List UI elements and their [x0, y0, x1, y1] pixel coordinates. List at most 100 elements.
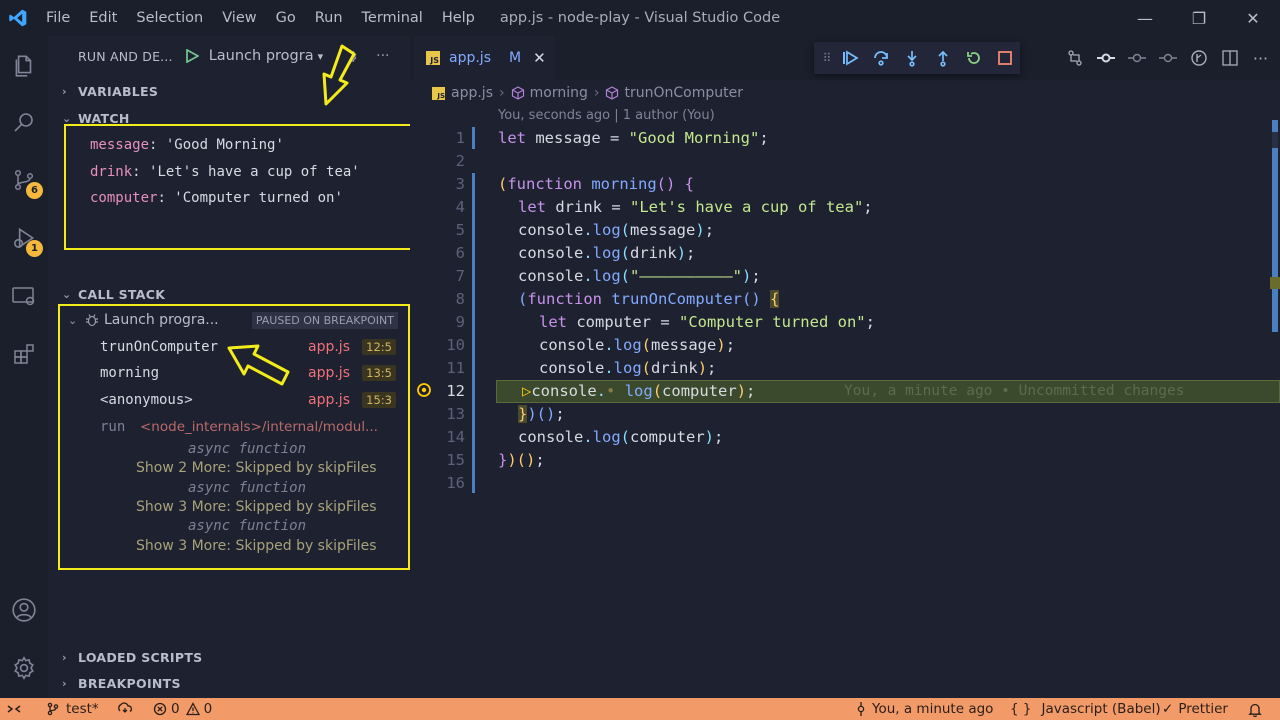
split-editor-icon[interactable] [1214, 44, 1245, 72]
code-line[interactable]: console.log(drink); [518, 244, 695, 262]
remote-explorer-icon[interactable] [0, 272, 48, 320]
show-more-link[interactable]: Show 2 More: Skipped by skipFiles [136, 460, 377, 476]
sidebar-title: RUN AND DE... [78, 48, 173, 64]
menu-terminal[interactable]: Terminal [362, 10, 423, 26]
open-changes-icon[interactable] [1059, 44, 1090, 72]
line-number: 8 [455, 290, 465, 308]
stop-icon[interactable] [989, 50, 1020, 66]
vscode-logo-icon [2, 0, 34, 36]
next-change-icon[interactable] [1152, 44, 1183, 72]
variables-section-header[interactable]: › VARIABLES [62, 84, 158, 99]
git-commit-icon[interactable] [1090, 44, 1121, 72]
breadcrumb-function[interactable]: morning [530, 85, 588, 101]
gutter-modified-marker [472, 173, 475, 493]
menu-file[interactable]: File [46, 10, 70, 26]
breadcrumb-file[interactable]: app.js [451, 85, 493, 101]
code-line[interactable]: let message = "Good Morning"; [498, 129, 769, 147]
modified-indicator: M [509, 50, 522, 66]
more-actions-icon[interactable]: ··· [1245, 44, 1276, 72]
debug-session-name: Launch progra... [104, 312, 219, 328]
git-blame-status[interactable]: You, a minute ago [856, 701, 993, 717]
run-debug-sidebar: RUN AND DE... Launch progra ▾ ··· › VARI… [48, 36, 416, 698]
title-bar: File Edit Selection View Go Run Terminal… [0, 0, 1280, 36]
restart-icon[interactable] [958, 49, 989, 67]
step-over-icon[interactable] [865, 49, 896, 67]
problems-status[interactable]: 0 0 [153, 701, 212, 717]
start-debugging-icon[interactable] [185, 49, 199, 63]
editor-tabs: JS app.js M ✕ ⠿ ··· [410, 36, 1280, 80]
sync-icon[interactable] [116, 702, 134, 716]
show-more-link[interactable]: Show 3 More: Skipped by skipFiles [136, 538, 377, 554]
branch-name: test* [66, 701, 99, 717]
menu-view[interactable]: View [222, 10, 256, 26]
explorer-icon[interactable] [0, 42, 48, 90]
menu-go[interactable]: Go [276, 10, 296, 26]
debug-session-row[interactable]: ⌄ Launch progra... PAUSED ON BREAKPOINT [68, 308, 400, 332]
code-line[interactable]: console.log(computer); [518, 428, 723, 446]
menu-help[interactable]: Help [442, 10, 475, 26]
code-line[interactable]: console.log(drink); [539, 359, 716, 377]
debug-toolbar: ⠿ [814, 42, 1020, 74]
watch-item[interactable]: drink: 'Let's have a cup of tea' [90, 164, 360, 180]
branch-status[interactable]: test* [46, 701, 99, 717]
stack-frame-fn: run [100, 419, 126, 435]
code-line[interactable]: })(); [498, 451, 545, 469]
editor-area: JS app.js M ✕ ⠿ ··· JS app.js › morning … [410, 36, 1280, 698]
code-line[interactable]: console.log("——————————"); [518, 267, 761, 285]
stack-frame-row[interactable]: run <node_internals>/internal/modul... [100, 414, 400, 440]
remote-indicator-icon[interactable] [6, 702, 22, 716]
tab-app-js[interactable]: JS app.js M ✕ [414, 36, 554, 80]
show-more-link[interactable]: Show 3 More: Skipped by skipFiles [136, 499, 377, 515]
menu-selection[interactable]: Selection [136, 10, 203, 26]
search-icon[interactable] [0, 98, 48, 146]
language-mode[interactable]: { } Javascript (Babel) [1010, 701, 1161, 717]
codelens-blame[interactable]: You, seconds ago | 1 author (You) [498, 108, 715, 123]
menu-edit[interactable]: Edit [89, 10, 117, 26]
source-control-badge: 6 [26, 182, 43, 199]
watch-item[interactable]: message: 'Good Morning' [90, 137, 284, 153]
step-into-icon[interactable] [896, 49, 927, 67]
launch-config-select[interactable]: Launch progra [209, 48, 314, 64]
code-line-current[interactable]: ▷console.• log(computer); [522, 382, 755, 400]
call-stack-title: CALL STACK [78, 287, 166, 302]
loaded-scripts-section-header[interactable]: › LOADED SCRIPTS [62, 650, 202, 665]
code-line[interactable]: (function trunOnComputer() { [518, 290, 780, 308]
git-graph-icon[interactable] [1183, 44, 1214, 72]
async-function-label: async function [188, 480, 307, 496]
more-actions-icon[interactable]: ··· [376, 48, 389, 64]
call-stack-section-header[interactable]: ⌄ CALL STACK [62, 287, 165, 302]
line-number: 7 [455, 267, 465, 285]
extensions-icon[interactable] [0, 330, 48, 378]
code-line[interactable]: })(); [518, 405, 565, 423]
account-icon[interactable] [0, 586, 48, 634]
source-control-icon[interactable]: 6 [0, 156, 48, 204]
stack-frame-fn: <anonymous> [100, 392, 193, 408]
minimize-icon[interactable]: — [1118, 0, 1172, 36]
drag-handle-icon[interactable]: ⠿ [820, 51, 834, 65]
prettier-status[interactable]: ✓ Prettier [1162, 701, 1228, 717]
step-out-icon[interactable] [927, 49, 958, 67]
editor-actions: ··· [1059, 44, 1280, 72]
code-line[interactable]: let computer = "Computer turned on"; [539, 313, 875, 331]
settings-gear-icon[interactable] [0, 644, 48, 692]
close-tab-icon[interactable]: ✕ [533, 49, 546, 67]
close-window-icon[interactable]: ✕ [1226, 0, 1280, 36]
inline-breakpoint-icon[interactable]: ▷ [522, 382, 531, 400]
overview-ruler-marker [1270, 277, 1280, 289]
code-line[interactable]: console.log(message); [539, 336, 735, 354]
previous-change-icon[interactable] [1121, 44, 1152, 72]
code-line[interactable]: (function morning() { [498, 175, 694, 193]
code-line[interactable]: let drink = "Let's have a cup of tea"; [518, 198, 873, 216]
notifications-bell-icon[interactable] [1248, 702, 1262, 717]
git-commit-icon [856, 701, 866, 717]
chevron-right-icon: › [62, 85, 67, 98]
breakpoints-section-header[interactable]: › BREAKPOINTS [62, 676, 181, 691]
breadcrumb-function[interactable]: trunOnComputer [624, 85, 742, 101]
watch-item[interactable]: computer: 'Computer turned on' [90, 190, 343, 206]
code-line[interactable]: console.log(message); [518, 221, 714, 239]
menu-run[interactable]: Run [315, 10, 343, 26]
error-icon [153, 702, 167, 716]
run-debug-icon[interactable]: 1 [0, 214, 48, 262]
continue-icon[interactable] [834, 49, 865, 67]
restore-icon[interactable]: ❐ [1172, 0, 1226, 36]
